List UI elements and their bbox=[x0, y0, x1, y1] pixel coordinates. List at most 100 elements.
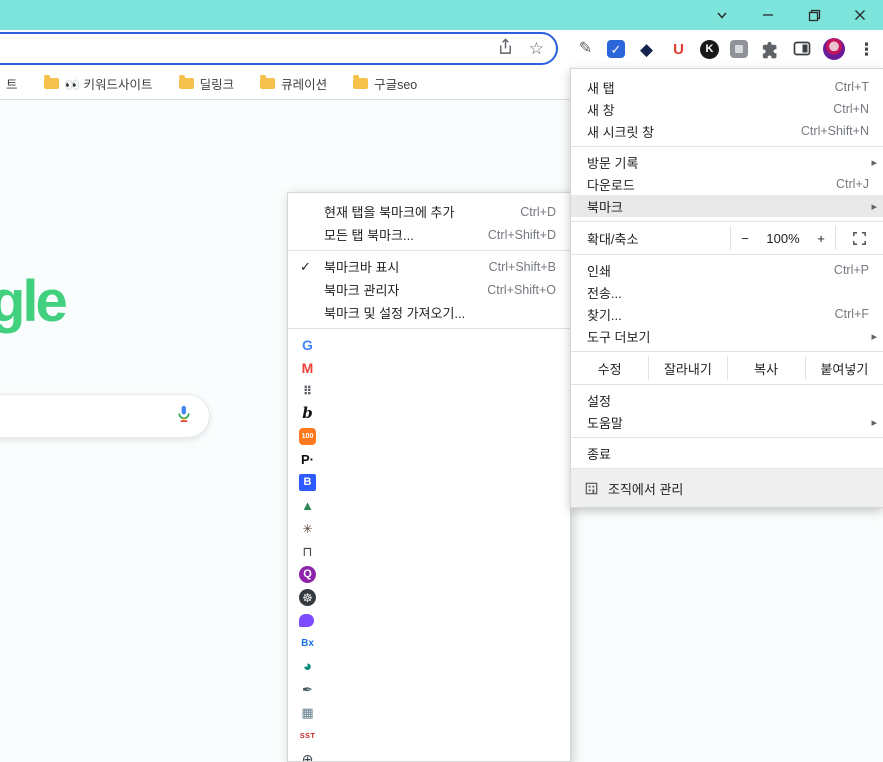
restore-button[interactable] bbox=[791, 0, 837, 30]
menu-item-bookmark-all-tabs[interactable]: 모든 탭 북마크... Ctrl+Shift+D bbox=[288, 223, 570, 246]
bookmark-item[interactable]: P· bbox=[288, 448, 570, 471]
menu-item-cast[interactable]: 전송... bbox=[571, 281, 883, 303]
extensions-puzzle-icon[interactable] bbox=[759, 39, 780, 60]
close-icon bbox=[855, 10, 865, 20]
pencil-extension-icon[interactable]: ✎ bbox=[575, 39, 596, 60]
sst-favicon: SST bbox=[299, 730, 316, 740]
menu-item-downloads[interactable]: 다운로드 Ctrl+J bbox=[571, 173, 883, 195]
bookmark-bar-item-label: 구글seo bbox=[374, 78, 418, 92]
menu-item-help[interactable]: 도움말 ▸ bbox=[571, 411, 883, 433]
menu-item-bookmarks[interactable]: 북마크 ▸ bbox=[571, 195, 883, 217]
minimize-button[interactable] bbox=[745, 0, 791, 30]
bookmark-star-icon[interactable]: ☆ bbox=[529, 40, 544, 57]
edit-label: 수정 bbox=[597, 361, 622, 377]
chat-bubble-favicon bbox=[299, 614, 314, 627]
menu-separator bbox=[288, 250, 570, 251]
bookmark-bar-folder-deallink[interactable]: 딜링크 bbox=[178, 74, 234, 93]
script-b-favicon: b bbox=[302, 404, 313, 422]
chrome-menu: 새 탭 Ctrl+T 새 창 Ctrl+N 새 시크릿 창 Ctrl+Shift… bbox=[570, 68, 883, 508]
bookmark-item[interactable]: Q bbox=[288, 563, 570, 586]
k-extension-icon[interactable]: K bbox=[700, 39, 719, 59]
bookmark-item[interactable]: ✳ bbox=[288, 517, 570, 540]
bookmark-item[interactable]: ✒ bbox=[288, 678, 570, 701]
q-circle-favicon: Q bbox=[299, 566, 316, 583]
folder-icon bbox=[353, 75, 369, 89]
bookmark-bar-item-label: 👀 키워드사이트 bbox=[64, 78, 153, 92]
menu-item-new-window[interactable]: 새 창 Ctrl+N bbox=[571, 98, 883, 120]
bookmark-item[interactable]: ☸ bbox=[288, 586, 570, 609]
profile-avatar[interactable] bbox=[823, 38, 845, 60]
bookmark-bar-item-partial[interactable]: 트 bbox=[6, 74, 18, 93]
bookmark-item[interactable]: B bbox=[288, 471, 570, 494]
share-icon[interactable] bbox=[497, 37, 514, 60]
bookmark-item[interactable]: G bbox=[288, 333, 570, 356]
bookmark-item[interactable] bbox=[288, 609, 570, 632]
bookmark-item[interactable]: ⊕ bbox=[288, 747, 570, 762]
bookmark-item[interactable]: 100 bbox=[288, 425, 570, 448]
ant-favicon: ✳ bbox=[302, 521, 313, 536]
menu-item-show-bookmarks-bar[interactable]: ✓ 북마크바 표시 Ctrl+Shift+B bbox=[288, 255, 570, 278]
globe-favicon: ⊕ bbox=[301, 750, 314, 762]
screenshot-extension-icon[interactable] bbox=[730, 40, 748, 58]
chevron-down-icon bbox=[717, 12, 727, 19]
bookmark-item[interactable]: Bx bbox=[288, 632, 570, 655]
bookmark-item[interactable]: M bbox=[288, 356, 570, 379]
menu-item-find[interactable]: 찾기... Ctrl+F bbox=[571, 303, 883, 325]
bookmark-item[interactable]: ⊓ bbox=[288, 540, 570, 563]
menu-item-zoom: 확대/축소 − 100% + bbox=[571, 226, 883, 250]
bookmark-item[interactable]: ▲ bbox=[288, 494, 570, 517]
zoom-controls: − 100% + bbox=[730, 226, 835, 250]
u-extension-icon[interactable]: U bbox=[668, 39, 689, 60]
bookmarks-submenu: 현재 탭을 북마크에 추가 Ctrl+D 모든 탭 북마크... Ctrl+Sh… bbox=[287, 192, 571, 762]
restore-icon bbox=[808, 9, 820, 21]
close-button[interactable] bbox=[837, 0, 883, 30]
menu-item-bookmark-manager[interactable]: 북마크 관리자 Ctrl+Shift+O bbox=[288, 278, 570, 301]
menu-item-import-bookmarks[interactable]: 북마크 및 설정 가져오기... bbox=[288, 301, 570, 324]
fullscreen-button[interactable] bbox=[835, 226, 883, 250]
shield-extension-icon[interactable]: ◆ bbox=[636, 39, 657, 60]
submenu-arrow-icon: ▸ bbox=[871, 416, 877, 429]
side-panel-icon[interactable] bbox=[791, 39, 812, 60]
menu-item-settings[interactable]: 설정 bbox=[571, 389, 883, 411]
bookmark-item[interactable]: ▦ bbox=[288, 701, 570, 724]
bookmark-bar-item-label: 큐레이션 bbox=[281, 78, 328, 92]
paste-button[interactable]: 붙여넣기 bbox=[804, 356, 883, 380]
bookmark-item[interactable]: ⠿ bbox=[288, 379, 570, 402]
menu-item-exit[interactable]: 종료 bbox=[571, 442, 883, 464]
zoom-out-button[interactable]: − bbox=[731, 231, 759, 246]
bookmark-bar-folder-googleseo[interactable]: 구글seo bbox=[353, 74, 417, 93]
menu-item-more-tools[interactable]: 도구 더보기 ▸ bbox=[571, 325, 883, 347]
managed-label: 조직에서 관리 bbox=[608, 481, 684, 497]
checkbox-extension-icon[interactable]: ✓ bbox=[607, 40, 625, 58]
bookmark-bar-folder-keywords[interactable]: 👀 키워드사이트 bbox=[43, 74, 153, 93]
bookmark-item[interactable]: b bbox=[288, 402, 570, 425]
titlebar-chevron-button[interactable] bbox=[699, 0, 745, 30]
quill-favicon: ✒ bbox=[302, 682, 313, 697]
microphone-icon[interactable] bbox=[174, 404, 193, 428]
bookmark-item[interactable]: ◕ bbox=[288, 655, 570, 678]
folder-icon bbox=[43, 75, 59, 89]
zoom-in-button[interactable]: + bbox=[807, 231, 835, 246]
menu-separator bbox=[571, 351, 883, 352]
menu-separator bbox=[571, 254, 883, 255]
p-dot-favicon: P· bbox=[301, 452, 314, 467]
menu-item-history[interactable]: 방문 기록 ▸ bbox=[571, 151, 883, 173]
menu-separator bbox=[571, 437, 883, 438]
dots-favicon: ⠿ bbox=[302, 383, 313, 398]
copy-button[interactable]: 복사 bbox=[726, 356, 805, 380]
bookmark-bar-item-label: 트 bbox=[6, 78, 18, 92]
tree-favicon: ▲ bbox=[301, 498, 314, 513]
address-bar[interactable]: ☆ bbox=[0, 32, 558, 65]
menu-item-print[interactable]: 인쇄 Ctrl+P bbox=[571, 259, 883, 281]
menu-item-new-tab[interactable]: 새 탭 Ctrl+T bbox=[571, 76, 883, 98]
b-square-favicon: B bbox=[299, 474, 316, 491]
menu-item-managed-by-organization[interactable]: 조직에서 관리 bbox=[571, 469, 883, 507]
search-input[interactable] bbox=[0, 394, 210, 438]
menu-kebab-icon[interactable]: ⋮ bbox=[856, 39, 877, 60]
bookmark-bar-folder-curation[interactable]: 큐레이션 bbox=[260, 74, 327, 93]
menu-separator bbox=[288, 328, 570, 329]
bookmark-item[interactable]: SST bbox=[288, 724, 570, 747]
menu-item-new-incognito[interactable]: 새 시크릿 창 Ctrl+Shift+N bbox=[571, 120, 883, 142]
menu-item-add-current-tab[interactable]: 현재 탭을 북마크에 추가 Ctrl+D bbox=[288, 200, 570, 223]
cut-button[interactable]: 잘라내기 bbox=[648, 356, 726, 380]
